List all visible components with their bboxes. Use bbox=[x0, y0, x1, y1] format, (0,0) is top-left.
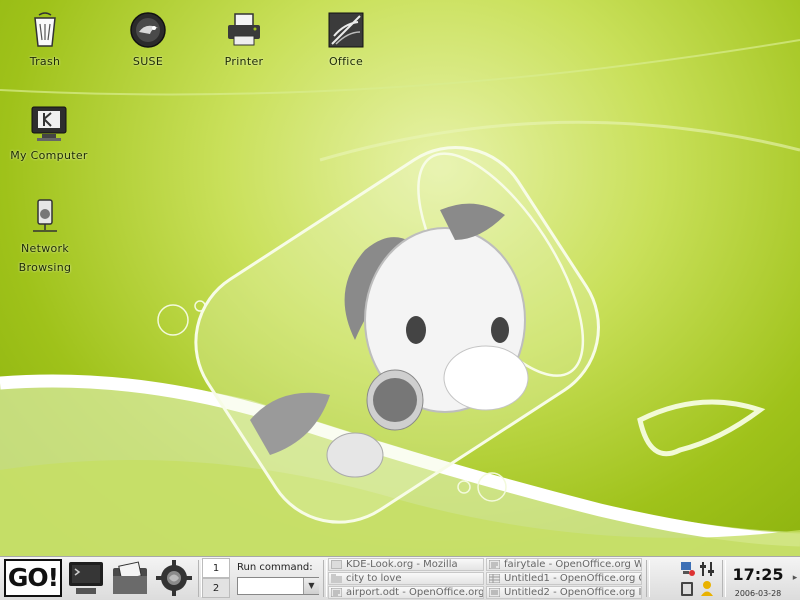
terminal-launcher[interactable] bbox=[66, 559, 106, 597]
calc-icon bbox=[489, 574, 500, 583]
taskbar-item-label: airport.odt - OpenOffice.org bbox=[346, 587, 484, 598]
chevron-right-icon: ▸ bbox=[792, 573, 798, 583]
suse-icon bbox=[130, 12, 166, 48]
control-center-launcher[interactable] bbox=[154, 559, 194, 597]
terminal-icon bbox=[69, 562, 103, 594]
taskbar-item[interactable]: fairytale - OpenOffice.org Wr bbox=[486, 558, 642, 571]
taskbar-item[interactable]: Untitled1 - OpenOffice.org Calc bbox=[486, 572, 642, 585]
desktop[interactable]: Trash SUSE Printer Office My Computer Ne… bbox=[0, 0, 800, 556]
taskbar-item[interactable]: city to love bbox=[328, 572, 484, 585]
go-menu-button[interactable]: GO! bbox=[4, 559, 62, 597]
desktop-icon-printer[interactable]: Printer bbox=[199, 10, 289, 71]
desktop-icon-label: Network Browsing bbox=[18, 242, 72, 274]
writer-icon bbox=[489, 560, 500, 569]
desktop-icon-label: Trash bbox=[29, 55, 61, 68]
clock-date: 2006-03-28 bbox=[734, 589, 782, 598]
desktop-icon-label: SUSE bbox=[132, 55, 164, 68]
mozilla-icon bbox=[331, 560, 342, 569]
trash-icon bbox=[34, 12, 56, 47]
desktop-icon-my-computer[interactable]: My Computer bbox=[4, 104, 94, 165]
taskbar-item-label: KDE-Look.org - Mozilla bbox=[346, 559, 458, 570]
clock-time[interactable]: 17:25 bbox=[724, 565, 792, 584]
clipboard-icon[interactable] bbox=[678, 579, 696, 597]
update-notifier-icon[interactable] bbox=[698, 579, 716, 597]
run-command-label: Run command: bbox=[237, 562, 313, 573]
chevron-down-icon: ▼ bbox=[308, 581, 315, 590]
pager-desktop-1[interactable]: 1 bbox=[202, 558, 230, 578]
panel-separator bbox=[323, 560, 327, 597]
desktop-icon-suse[interactable]: SUSE bbox=[103, 10, 193, 71]
taskbar-item[interactable]: airport.odt - OpenOffice.org bbox=[328, 586, 484, 599]
printer-icon bbox=[228, 13, 260, 46]
impress-icon bbox=[489, 588, 500, 597]
desktop-icon-trash[interactable]: Trash bbox=[0, 10, 90, 71]
pager-desktop-2[interactable]: 2 bbox=[202, 578, 230, 598]
home-folder-launcher[interactable] bbox=[110, 559, 150, 597]
folder-icon bbox=[331, 574, 342, 583]
wallpaper bbox=[0, 39, 800, 556]
run-command-dropdown[interactable]: ▼ bbox=[303, 578, 319, 594]
home-folder-icon bbox=[113, 561, 147, 594]
kde-panel: GO! 1 2 Run command: ▼ KDE-Look.org - Mo… bbox=[0, 556, 800, 600]
desktop-icon-network-browsing[interactable]: Network Browsing bbox=[0, 197, 90, 277]
desktop-icon-label: Office bbox=[328, 55, 364, 68]
computer-icon bbox=[31, 106, 67, 141]
panel-hide-button[interactable]: ▸ bbox=[790, 559, 800, 597]
taskbar-item-label: Untitled2 - OpenOffice.org Im bbox=[504, 587, 642, 598]
panel-separator bbox=[646, 560, 650, 597]
taskbar-item[interactable]: KDE-Look.org - Mozilla bbox=[328, 558, 484, 571]
network-status-icon[interactable] bbox=[678, 560, 696, 578]
office-icon bbox=[328, 12, 364, 48]
settings-gear-icon bbox=[156, 560, 192, 596]
network-icon bbox=[33, 199, 57, 232]
taskbar-item-label: city to love bbox=[346, 573, 402, 584]
system-tray bbox=[676, 559, 720, 597]
writer-icon bbox=[331, 588, 342, 597]
taskbar-item[interactable]: Untitled2 - OpenOffice.org Im bbox=[486, 586, 642, 599]
mixer-icon[interactable] bbox=[698, 560, 716, 578]
desktop-icon-office[interactable]: Office bbox=[301, 10, 391, 71]
taskbar-item-label: Untitled1 - OpenOffice.org Calc bbox=[504, 573, 641, 584]
desktop-icon-label: Printer bbox=[224, 55, 264, 68]
taskbar-item-label: fairytale - OpenOffice.org Wr bbox=[504, 559, 642, 570]
desktop-icon-label: My Computer bbox=[10, 149, 88, 162]
